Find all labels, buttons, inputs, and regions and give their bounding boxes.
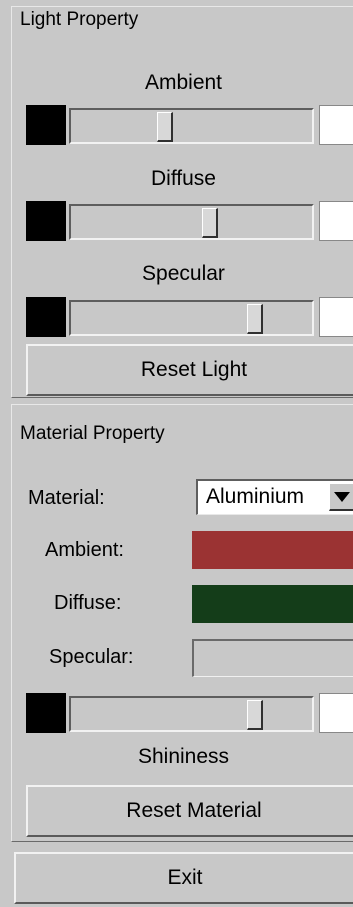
light-ambient-slider-thumb[interactable] xyxy=(157,112,173,142)
material-property-title: Material Property xyxy=(20,423,165,444)
material-ambient-color-swatch[interactable] xyxy=(192,531,353,569)
light-ambient-max-swatch xyxy=(319,105,353,145)
shininess-min-swatch xyxy=(26,693,66,733)
light-specular-max-swatch xyxy=(319,297,353,337)
chevron-down-icon[interactable] xyxy=(329,483,353,511)
light-property-title: Light Property xyxy=(20,9,139,30)
light-specular-min-swatch xyxy=(26,297,66,337)
light-property-panel: Light Property Ambient Diffuse Specular … xyxy=(11,6,353,398)
reset-light-button[interactable]: Reset Light xyxy=(26,344,353,396)
shininess-max-swatch xyxy=(319,693,353,733)
reset-material-button[interactable]: Reset Material xyxy=(26,785,353,837)
shininess-slider-thumb[interactable] xyxy=(247,700,263,730)
material-specular-color-swatch[interactable] xyxy=(192,639,353,677)
material-ambient-label: Ambient: xyxy=(45,539,124,561)
material-select-value: Aluminium xyxy=(206,485,305,508)
light-ambient-slider[interactable] xyxy=(69,108,314,144)
light-ambient-min-swatch xyxy=(26,105,66,145)
material-diffuse-label: Diffuse: xyxy=(54,592,122,614)
material-property-panel: Material Property Material: Aluminium Am… xyxy=(11,404,353,842)
shininess-slider[interactable] xyxy=(69,696,314,732)
shininess-label: Shininess xyxy=(137,745,230,768)
material-label: Material: xyxy=(28,487,105,509)
light-specular-slider-thumb[interactable] xyxy=(247,304,263,334)
material-select[interactable]: Aluminium xyxy=(196,479,353,515)
exit-button[interactable]: Exit xyxy=(14,852,353,904)
light-diffuse-min-swatch xyxy=(26,201,66,241)
material-diffuse-color-swatch[interactable] xyxy=(192,585,353,623)
light-specular-label: Specular xyxy=(142,262,225,285)
light-specular-slider[interactable] xyxy=(69,300,314,336)
light-diffuse-max-swatch xyxy=(319,201,353,241)
light-ambient-label: Ambient xyxy=(144,71,223,94)
material-specular-label: Specular: xyxy=(49,646,134,668)
light-diffuse-slider[interactable] xyxy=(69,204,314,240)
light-diffuse-label: Diffuse xyxy=(151,167,216,190)
light-diffuse-slider-thumb[interactable] xyxy=(202,208,218,238)
